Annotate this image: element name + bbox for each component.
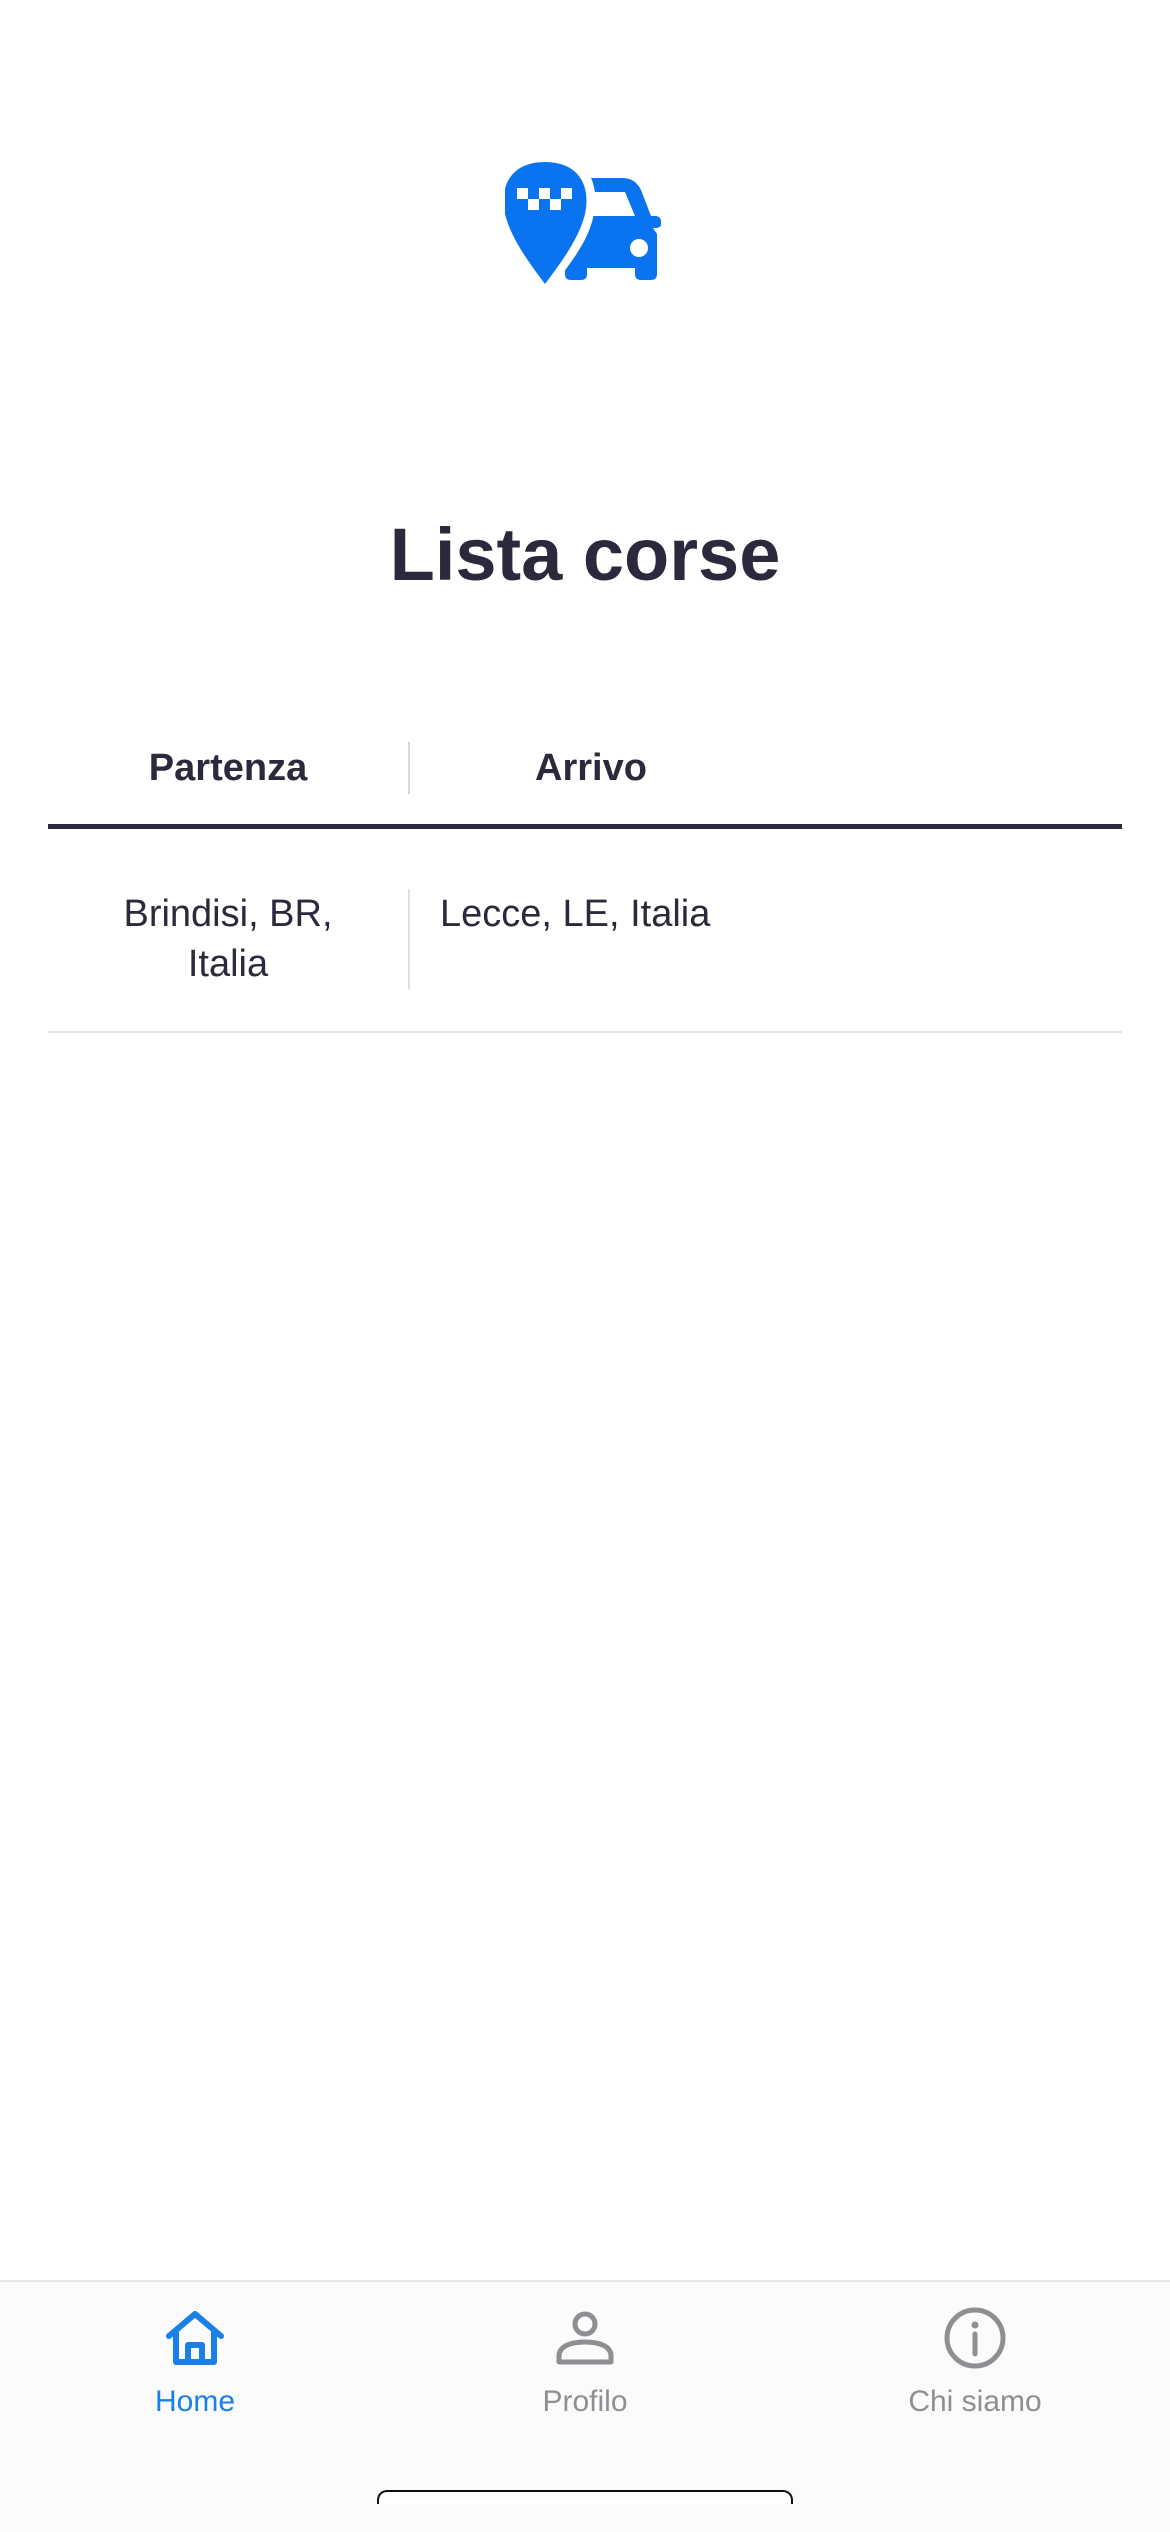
header-arrivo: Arrivo	[535, 747, 647, 789]
home-indicator	[377, 2490, 793, 2504]
rides-table: Partenza Arrivo Brindisi, BR, Italia Lec…	[48, 712, 1122, 1033]
page-title: Lista corse	[389, 513, 781, 596]
cell-partenza: Brindisi, BR, Italia	[48, 889, 410, 989]
tab-home-label: Home	[154, 2385, 236, 2418]
home-icon	[166, 2311, 224, 2365]
tab-about-label: Chi siamo	[908, 2385, 1042, 2418]
app-logo-icon	[505, 158, 661, 290]
tab-profile-label: Profilo	[542, 2385, 628, 2418]
table-row[interactable]: Brindisi, BR, Italia Lecce, LE, Italia	[48, 829, 1122, 1033]
info-icon	[944, 2307, 1006, 2369]
cell-arrivo: Lecce, LE, Italia	[440, 893, 711, 935]
person-icon	[556, 2311, 614, 2365]
tab-profile[interactable]: Profilo	[390, 2302, 780, 2432]
tab-home[interactable]: Home	[0, 2302, 390, 2432]
header-partenza: Partenza	[48, 742, 410, 794]
tab-about[interactable]: Chi siamo	[780, 2302, 1170, 2432]
table-header: Partenza Arrivo	[48, 712, 1122, 829]
